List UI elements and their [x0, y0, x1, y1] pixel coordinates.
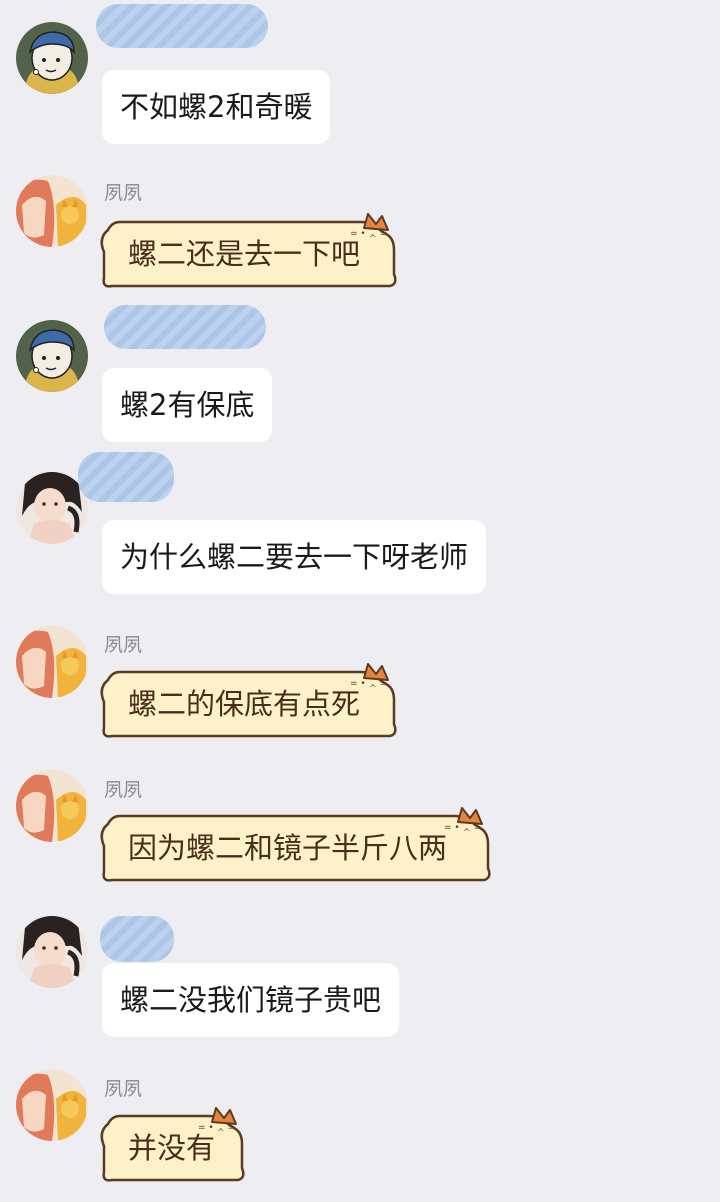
- avatar-pearl-earring[interactable]: [16, 320, 88, 392]
- message-bubble[interactable]: 不如螺2和奇暖: [102, 70, 331, 144]
- avatar-pearl-earring[interactable]: [16, 22, 88, 94]
- message-text: 因为螺二和镜子半斤八两: [128, 831, 448, 865]
- avatar-red-hair[interactable]: [16, 175, 88, 247]
- sender-nickname: 夙夙: [104, 779, 143, 801]
- avatar-photo-girl[interactable]: [16, 916, 88, 988]
- cat-message-bubble[interactable]: = • ᆺ = 螺二的保底有点死: [98, 662, 404, 742]
- redacted-nickname: [96, 4, 268, 48]
- sender-nickname: 夙夙: [104, 182, 143, 204]
- avatar-red-hair[interactable]: [16, 770, 88, 842]
- svg-text:= • ᆺ =: = • ᆺ =: [444, 823, 481, 833]
- avatar-red-hair[interactable]: [16, 626, 88, 698]
- redacted-nickname: [104, 305, 266, 349]
- avatar-red-hair[interactable]: [16, 1069, 88, 1141]
- message-bubble[interactable]: 为什么螺二要去一下呀老师: [102, 520, 487, 594]
- message-text: 螺二的保底有点死: [128, 687, 361, 721]
- message-bubble[interactable]: 螺2有保底: [102, 368, 273, 442]
- sender-nickname: 夙夙: [104, 1078, 143, 1100]
- message-bubble[interactable]: 螺二没我们镜子贵吧: [102, 963, 400, 1037]
- redacted-nickname: [100, 916, 174, 962]
- redacted-nickname: [78, 452, 174, 502]
- message-text: 螺二还是去一下吧: [128, 237, 361, 271]
- cat-message-bubble[interactable]: = • ᆺ = 并没有: [98, 1106, 252, 1186]
- cat-message-bubble[interactable]: = • ᆺ = 螺二还是去一下吧: [98, 212, 404, 292]
- message-text: 并没有: [128, 1131, 216, 1165]
- sender-nickname: 夙夙: [104, 634, 143, 656]
- cat-message-bubble[interactable]: = • ᆺ = 因为螺二和镜子半斤八两: [98, 806, 498, 886]
